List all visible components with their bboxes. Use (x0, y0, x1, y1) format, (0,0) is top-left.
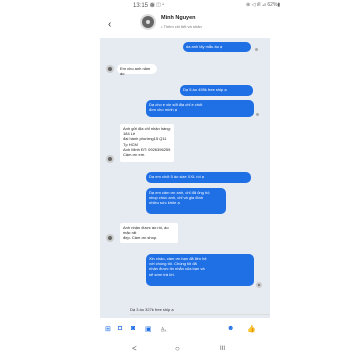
message-bubble[interactable]: Dạ 5 áo 495k free ship ạ (180, 85, 253, 96)
message-list[interactable]: da anh lấy mẫu áo ạ Em cho anh năm áo Dạ… (100, 38, 270, 318)
document-icon[interactable]: ▣ (145, 325, 152, 333)
nav-recent-button[interactable]: III (220, 346, 225, 352)
read-receipt-icon (256, 113, 259, 116)
status-system-icons: ⊕ ◁ ıll ⊿ 62%▮ (246, 2, 281, 8)
nav-home-button[interactable]: ○ (175, 344, 180, 353)
contact-subtitle[interactable]: • Thêm chi tiết và nhãn (161, 24, 202, 29)
font-icon[interactable]: A̲ₐ (161, 327, 166, 333)
plus-icon[interactable]: ⊞ (105, 325, 111, 333)
camera-icon[interactable]: ◘ (118, 325, 122, 332)
read-receipt-icon (255, 48, 258, 51)
emoji-icon[interactable]: ☻ (227, 325, 234, 332)
sender-avatar (106, 155, 114, 163)
sender-avatar (106, 65, 114, 73)
contact-avatar[interactable] (140, 14, 156, 30)
sender-avatar (106, 234, 114, 242)
composer: Dạ 3 áo 327k free ship ạ ⊞ ◘ ◙ ▣ A̲ₐ ☻ 👍… (100, 307, 270, 360)
conversation-header: ‹ Minh Nguyen • Thêm chi tiết và nhãn (100, 12, 270, 38)
like-icon[interactable]: 👍 (247, 325, 256, 333)
back-arrow-icon[interactable]: ‹ (108, 19, 111, 30)
message-input[interactable]: Dạ 3 áo 327k free ship ạ (130, 307, 174, 312)
nav-back-button[interactable]: < (132, 344, 137, 353)
contact-name[interactable]: Minh Nguyen (161, 15, 196, 21)
message-bubble[interactable]: Em cho anh năm áo (117, 64, 157, 76)
message-bubble[interactable]: Anh gửi địa chỉ nhận hàng: 184 Lê đại hà… (120, 124, 174, 162)
message-bubble[interactable]: da anh lấy mẫu áo ạ (183, 42, 251, 52)
message-bubble[interactable]: Anh nhận được áo rồi, áo mặc rất đẹp. Cả… (120, 223, 178, 243)
status-bar: 13:15 ⊕ ▣ ◫ • ⊕ ◁ ıll ⊿ 62%▮ (0, 0, 360, 12)
message-bubble[interactable]: Dạ cho e xin sđt địa chỉ e chốt đơn cho … (146, 100, 254, 117)
seen-avatar (256, 282, 262, 288)
image-icon[interactable]: ◙ (131, 325, 135, 332)
divider (130, 314, 270, 315)
message-bubble[interactable]: Dạ em cảm ơn anh, chỉ đã ủng hộ shop chú… (146, 188, 226, 214)
message-bubble[interactable]: Xin chào, cảm ơn bạn đã liên hệ với chún… (146, 254, 254, 286)
status-notification-icons: ▣ ◫ • (150, 2, 164, 8)
message-bubble[interactable]: Dạ em chốt 5 áo size XXL rồi ạ (146, 172, 251, 183)
